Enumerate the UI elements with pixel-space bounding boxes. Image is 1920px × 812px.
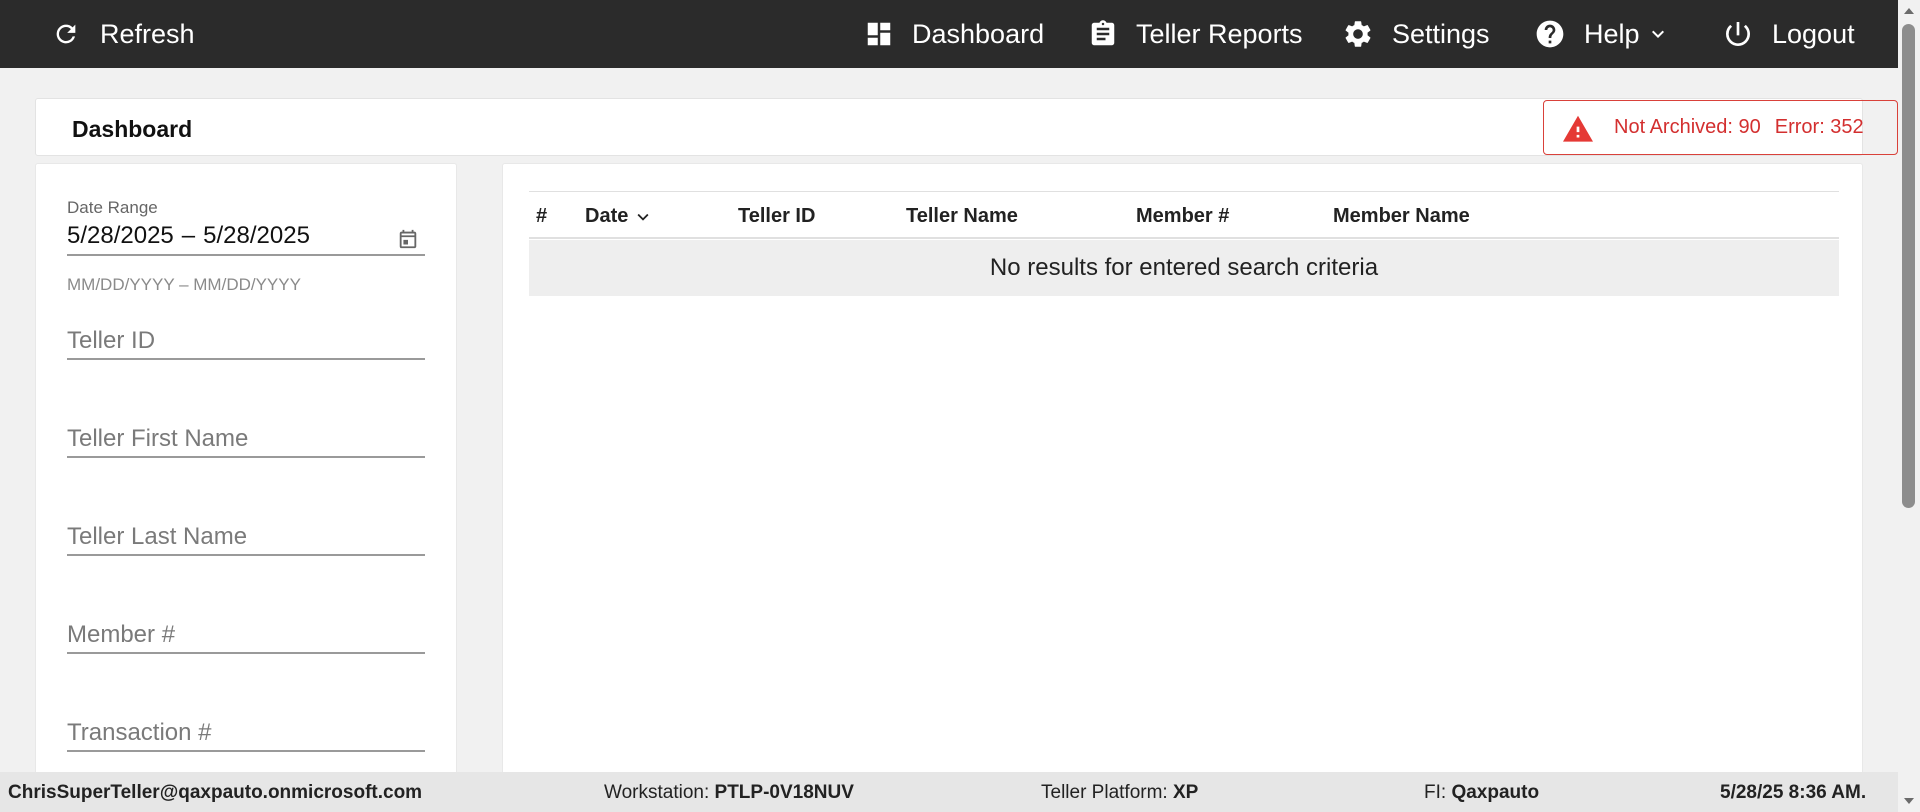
nav-settings[interactable]: Settings [1342,0,1490,68]
column-header-date-label: Date [585,205,629,227]
nav-help[interactable]: Help [1534,0,1670,68]
nav-logout[interactable]: Logout [1722,0,1855,68]
transaction-number-field[interactable] [67,710,425,752]
refresh-icon [56,24,76,44]
column-header-member-name[interactable]: Member Name [1333,205,1470,228]
gear-icon [1345,21,1371,47]
date-range-input[interactable]: 5/28/2025 – 5/28/2025 [67,222,425,256]
empty-results-message: No results for entered search criteria [529,240,1839,296]
datetime-value: 5/28/25 8:36 AM. [1720,782,1867,803]
column-header-date[interactable]: Date [585,205,654,228]
column-header-number[interactable]: # [536,205,547,228]
refresh-label: Refresh [100,18,195,49]
member-number-input[interactable] [67,612,425,652]
date-start[interactable]: 5/28/2025 [67,222,174,250]
teller-last-name-field[interactable] [67,514,425,556]
error-count: Error: 352 [1774,116,1864,138]
column-header-teller-id[interactable]: Teller ID [738,205,815,228]
clipboard-icon [1091,20,1115,46]
archive-status-badge[interactable]: Not Archived: 90 Error: 352 [1543,100,1898,155]
nav-help-label: Help [1584,18,1640,49]
column-header-teller-name[interactable]: Teller Name [906,205,1018,228]
workstation-label: Workstation: [604,782,710,803]
warning-icon [1563,115,1593,142]
status-workstation: Workstation: PTLP-0V18NUV [604,782,854,804]
teller-first-name-field[interactable] [67,416,425,458]
nav-teller-reports-label: Teller Reports [1136,18,1303,49]
scrollbar-thumb[interactable] [1902,24,1915,508]
results-panel: # Date Teller ID Teller Name Member # Me… [502,163,1863,783]
page-scrollbar[interactable] [1898,0,1920,812]
not-archived-count: Not Archived: 90 [1614,116,1761,138]
power-icon [1726,22,1750,46]
help-icon [1536,20,1564,48]
teller-last-name-input[interactable] [67,514,425,554]
user-email: ChrisSuperTeller@qaxpauto.onmicrosoft.co… [8,782,423,803]
workstation-value: PTLP-0V18NUV [714,782,854,803]
filter-panel: Date Range 5/28/2025 – 5/28/2025 MM/DD/Y… [35,163,457,783]
status-teller-platform: Teller Platform: XP [1041,782,1198,804]
status-fi: FI: Qaxpauto [1424,782,1539,804]
page-title: Dashboard [72,116,193,142]
scroll-down-arrow[interactable] [1904,798,1914,804]
fi-label: FI: [1424,782,1447,803]
fi-value: Qaxpauto [1451,782,1540,803]
date-format-hint: MM/DD/YYYY – MM/DD/YYYY [67,275,301,294]
nav-settings-label: Settings [1392,18,1490,49]
date-separator: – [181,222,196,249]
transaction-number-input[interactable] [67,710,425,750]
status-user: ChrisSuperTeller@qaxpauto.onmicrosoft.co… [8,782,422,804]
date-end[interactable]: 5/28/2025 [203,222,310,250]
chevron-down-icon [1651,30,1664,38]
table-header: # Date Teller ID Teller Name Member # Me… [529,191,1839,239]
nav-dashboard[interactable]: Dashboard [864,0,1044,68]
page-header: Dashboard Not Archived: 90 Error: 352 [35,98,1898,156]
calendar-icon[interactable] [397,228,419,250]
member-number-field[interactable] [67,612,425,654]
nav-dashboard-label: Dashboard [912,18,1045,49]
nav-logout-label: Logout [1772,18,1855,49]
teller-id-input[interactable] [67,318,425,358]
status-datetime: 5/28/25 8:36 AM. [1720,782,1866,804]
platform-label: Teller Platform: [1041,782,1168,803]
chevron-down-icon [637,213,649,221]
platform-value: XP [1172,782,1199,803]
teller-id-field[interactable] [67,318,425,360]
refresh-button[interactable]: Refresh [52,0,195,68]
column-header-member-number[interactable]: Member # [1136,205,1229,228]
top-navigation-bar: Refresh Dashboard Teller Reports Setting… [0,0,1920,68]
nav-teller-reports[interactable]: Teller Reports [1088,0,1303,68]
scroll-up-arrow[interactable] [1904,8,1914,14]
teller-first-name-input[interactable] [67,416,425,456]
status-bar: ChrisSuperTeller@qaxpauto.onmicrosoft.co… [0,772,1898,812]
dashboard-icon [867,22,891,46]
date-range-label: Date Range [67,198,158,217]
